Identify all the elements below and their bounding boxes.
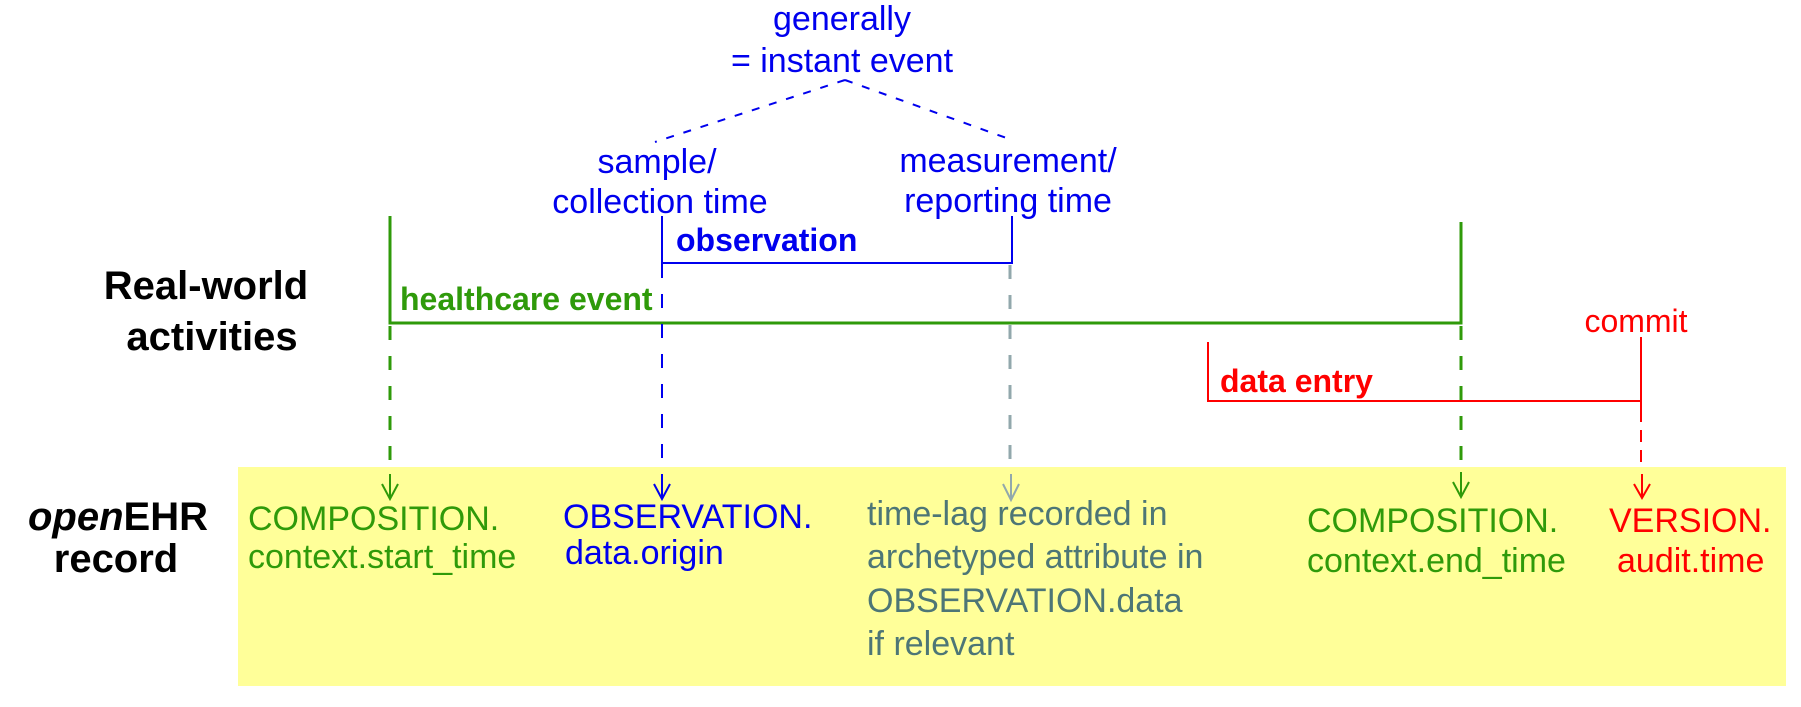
annotation-dashed-right [844, 79, 1013, 141]
composition-end-line1: COMPOSITION. [1307, 502, 1558, 540]
composition-end-line2: context.end_time [1307, 542, 1566, 580]
sample-time-label-line2: collection time [552, 183, 767, 221]
sample-time-label-line1: sample/ [597, 143, 717, 181]
observation-label: observation [676, 222, 857, 258]
version-audit-line2: audit.time [1617, 542, 1764, 580]
data-entry-label: data entry [1220, 363, 1373, 399]
time-lag-line1: time-lag recorded in [867, 495, 1167, 533]
time-lag-line3: OBSERVATION.data [867, 582, 1183, 620]
measurement-time-label-line1: measurement/ [899, 142, 1117, 180]
openehr-label-italic: open [28, 495, 124, 539]
composition-start-line1: COMPOSITION. [248, 500, 499, 538]
observation-origin-line1: OBSERVATION. [563, 498, 812, 536]
annotation-dashed-left [654, 79, 846, 143]
measurement-time-label-line2: reporting time [904, 182, 1112, 220]
openehr-time-diagram: Real-world activities openEHR record gen… [28, 0, 1786, 686]
commit-label: commit [1584, 303, 1687, 339]
openehr-label-bold: EHR [124, 495, 209, 539]
real-world-label-line1: Real-world [104, 264, 308, 308]
time-lag-line2: archetyped attribute in [867, 538, 1203, 576]
annotation-line1: generally [773, 0, 911, 38]
openehr-record-label-line1: openEHR [28, 495, 208, 539]
composition-start-line2: context.start_time [248, 538, 516, 576]
real-world-label-line2: activities [126, 315, 297, 359]
version-audit-line1: VERSION. [1609, 502, 1771, 540]
observation-origin-line2: data.origin [565, 534, 724, 572]
time-lag-line4: if relevant [867, 625, 1015, 663]
annotation-line2: = instant event [731, 42, 954, 80]
healthcare-event-label: healthcare event [400, 281, 653, 317]
openehr-record-label-line2: record [54, 537, 179, 581]
